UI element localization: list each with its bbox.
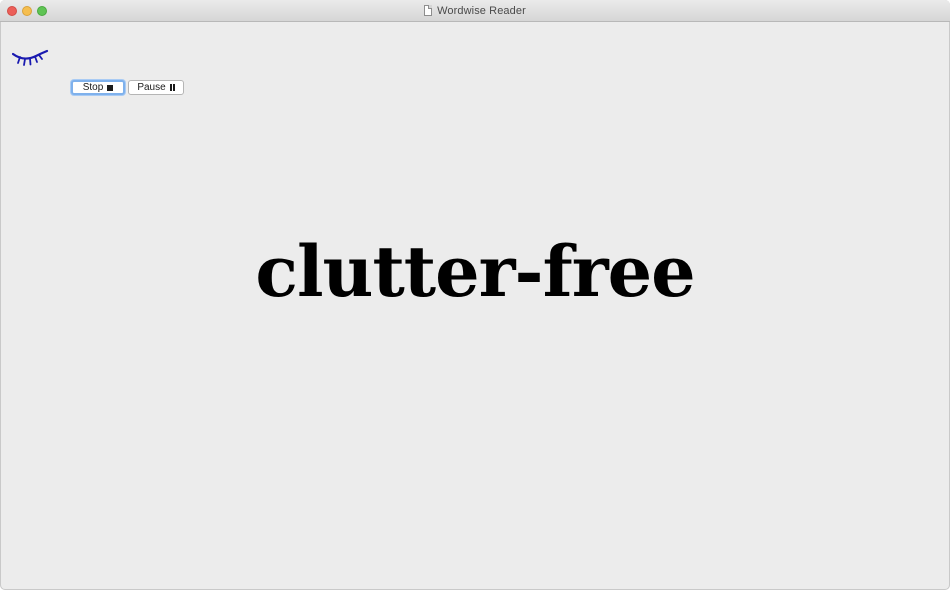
closed-eye-icon <box>12 49 49 66</box>
app-window: Wordwise Reader Stop Pause clutter-free <box>0 0 950 590</box>
stop-button[interactable]: Stop <box>71 80 125 95</box>
window-title: Wordwise Reader <box>437 4 526 17</box>
pause-button[interactable]: Pause <box>128 80 184 95</box>
window-title-group: Wordwise Reader <box>0 0 950 21</box>
document-icon <box>424 5 433 16</box>
pause-bars-icon <box>169 84 175 91</box>
stop-button-label: Stop <box>82 82 104 93</box>
stop-square-icon <box>107 84 114 91</box>
current-word-display: clutter-free <box>255 230 695 313</box>
title-bar[interactable]: Wordwise Reader <box>0 0 950 22</box>
pause-button-label: Pause <box>137 82 166 93</box>
